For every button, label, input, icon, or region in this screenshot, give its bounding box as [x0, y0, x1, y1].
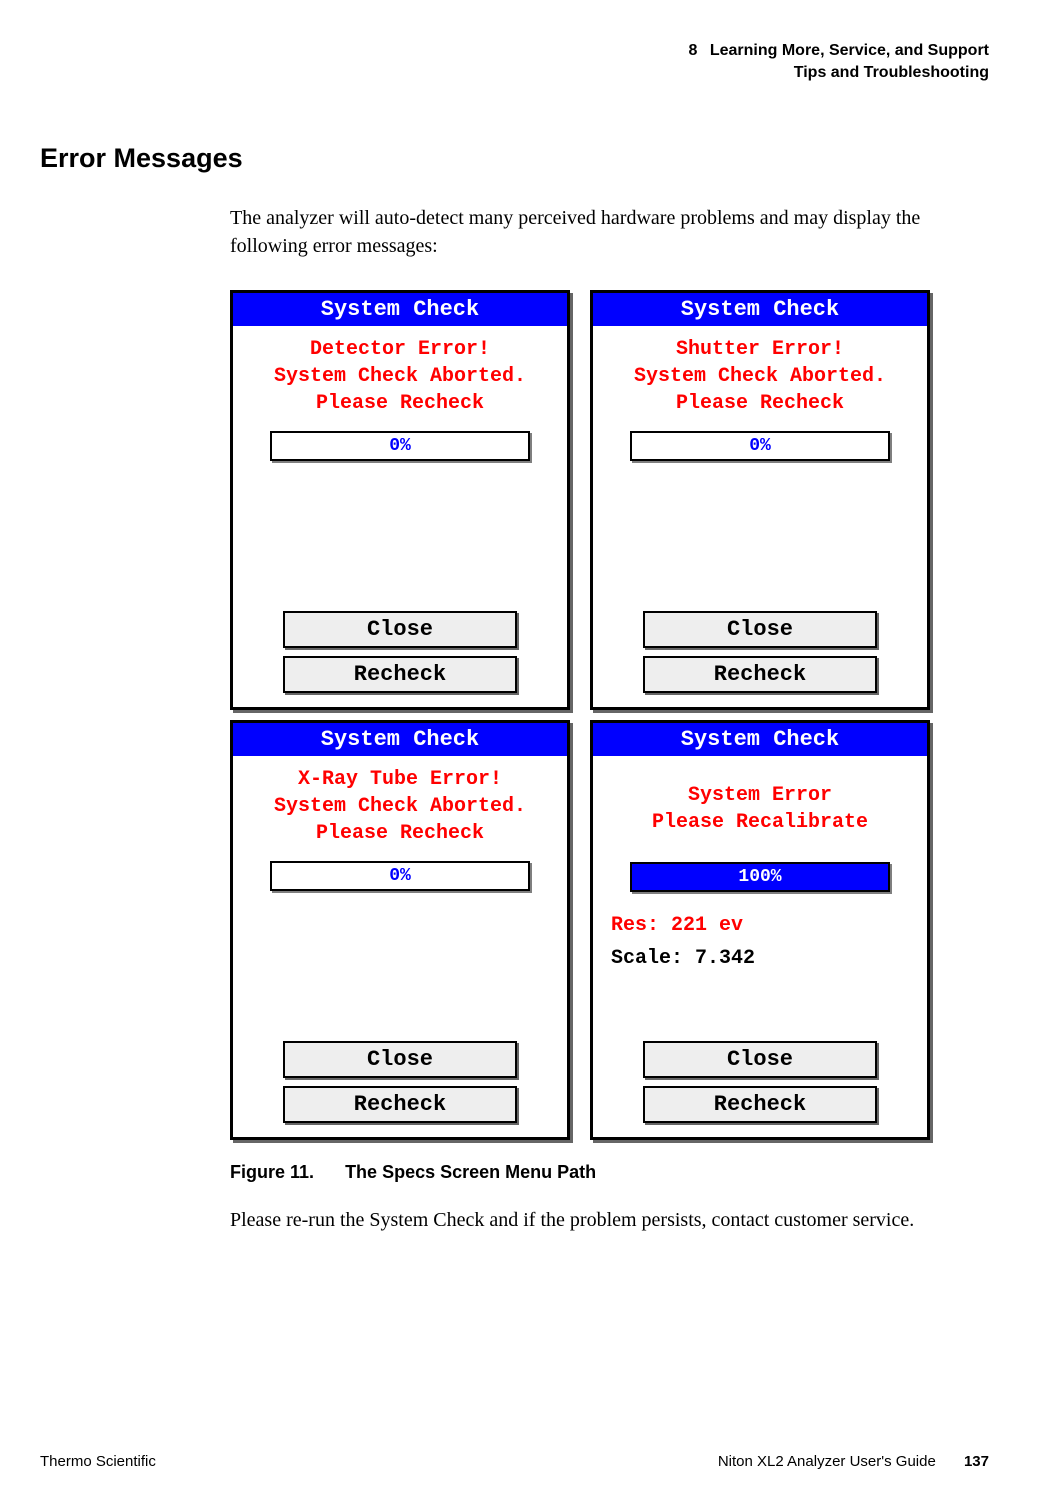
error-message: Shutter Error! System Check Aborted. Ple… — [603, 336, 917, 417]
panel-title: System Check — [233, 723, 567, 756]
error-panels-grid: System Check Detector Error! System Chec… — [230, 290, 989, 1140]
error-panel-detector: System Check Detector Error! System Chec… — [230, 290, 570, 710]
recheck-button[interactable]: Recheck — [283, 1086, 517, 1123]
error-panel-shutter: System Check Shutter Error! System Check… — [590, 290, 930, 710]
figure-caption-text: The Specs Screen Menu Path — [345, 1162, 596, 1182]
panel-title: System Check — [233, 293, 567, 326]
res-value: Res: 221 ev — [603, 914, 917, 937]
progress-bar: 0% — [270, 431, 530, 461]
footer-left: Thermo Scientific — [40, 1453, 156, 1470]
close-button[interactable]: Close — [283, 1041, 517, 1078]
error-panel-xray: System Check X-Ray Tube Error! System Ch… — [230, 720, 570, 1140]
section-title: Error Messages — [40, 143, 989, 174]
recheck-button[interactable]: Recheck — [643, 1086, 877, 1123]
figure-wrap: System Check Detector Error! System Chec… — [230, 290, 989, 1140]
chapter-subheading: Tips and Troubleshooting — [40, 62, 989, 84]
close-button[interactable]: Close — [283, 611, 517, 648]
scale-value: Scale: 7.342 — [603, 947, 917, 970]
footer-page-number: 137 — [964, 1453, 989, 1470]
figure-caption: Figure 11. The Specs Screen Menu Path — [230, 1162, 989, 1183]
progress-percent: 0% — [272, 433, 528, 459]
close-button[interactable]: Close — [643, 1041, 877, 1078]
progress-percent: 0% — [632, 433, 888, 459]
recheck-button[interactable]: Recheck — [283, 656, 517, 693]
close-button[interactable]: Close — [643, 611, 877, 648]
figure-label: Figure 11. — [230, 1162, 314, 1182]
chapter-number: 8 — [688, 42, 697, 59]
page-footer: Thermo Scientific Niton XL2 Analyzer Use… — [40, 1453, 989, 1470]
footer-guide-name: Niton XL2 Analyzer User's Guide — [718, 1453, 936, 1470]
error-message: System Error Please Recalibrate — [603, 782, 917, 836]
progress-bar: 0% — [270, 861, 530, 891]
panel-title: System Check — [593, 293, 927, 326]
error-panel-system: System Check System Error Please Recalib… — [590, 720, 930, 1140]
error-message: X-Ray Tube Error! System Check Aborted. … — [243, 766, 557, 847]
closing-paragraph: Please re-run the System Check and if th… — [230, 1209, 989, 1232]
intro-paragraph: The analyzer will auto-detect many perce… — [230, 204, 989, 260]
progress-percent: 100% — [632, 864, 888, 890]
chapter-title: Learning More, Service, and Support — [710, 42, 989, 59]
panel-title: System Check — [593, 723, 927, 756]
progress-percent: 0% — [272, 863, 528, 889]
page-header: 8 Learning More, Service, and Support Ti… — [40, 40, 989, 83]
progress-bar: 0% — [630, 431, 890, 461]
error-message: Detector Error! System Check Aborted. Pl… — [243, 336, 557, 417]
progress-bar: 100% — [630, 862, 890, 892]
recheck-button[interactable]: Recheck — [643, 656, 877, 693]
